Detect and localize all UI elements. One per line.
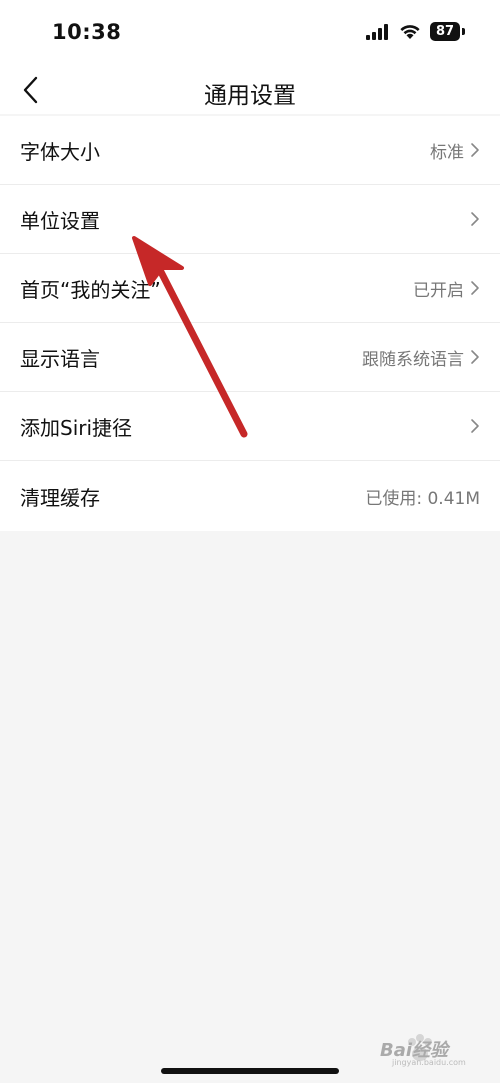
wifi-icon bbox=[400, 25, 420, 39]
page-title: 通用设置 bbox=[204, 83, 296, 109]
status-bar: 10:38 87 bbox=[0, 0, 500, 66]
setting-value: 已开启 bbox=[413, 280, 464, 301]
chevron-right-icon bbox=[471, 212, 479, 226]
battery-tip bbox=[462, 28, 465, 35]
status-time: 10:38 bbox=[52, 20, 122, 44]
setting-home-follow[interactable]: 首页“我的关注” 已开启 bbox=[0, 254, 500, 323]
settings-list: 字体大小 标准 单位设置 首页“我的关注” 已开启 显示语言 跟随系统语言 添加… bbox=[0, 116, 500, 531]
signal-icon bbox=[366, 24, 388, 40]
chevron-right-icon bbox=[471, 281, 479, 295]
setting-label: 清理缓存 bbox=[20, 485, 100, 510]
setting-label: 添加Siri捷径 bbox=[20, 415, 133, 440]
setting-siri-shortcut[interactable]: 添加Siri捷径 bbox=[0, 392, 500, 461]
setting-value: 跟随系统语言 bbox=[362, 349, 464, 370]
setting-label: 显示语言 bbox=[20, 346, 100, 371]
chevron-right-icon bbox=[471, 143, 479, 157]
nav-bar: 通用设置 bbox=[0, 66, 500, 114]
home-indicator[interactable] bbox=[161, 1068, 339, 1074]
setting-value: 标准 bbox=[430, 142, 464, 163]
setting-font-size[interactable]: 字体大小 标准 bbox=[0, 116, 500, 185]
setting-value: 已使用: 0.41M bbox=[365, 488, 480, 509]
watermark-url: jingyan.baidu.com bbox=[392, 1058, 466, 1067]
setting-clear-cache[interactable]: 清理缓存 已使用: 0.41M bbox=[0, 461, 500, 531]
chevron-right-icon bbox=[471, 419, 479, 433]
battery-icon: 87 bbox=[430, 22, 460, 41]
setting-unit[interactable]: 单位设置 bbox=[0, 185, 500, 254]
setting-language[interactable]: 显示语言 跟随系统语言 bbox=[0, 323, 500, 392]
chevron-right-icon bbox=[471, 350, 479, 364]
setting-label: 首页“我的关注” bbox=[20, 277, 161, 302]
setting-label: 字体大小 bbox=[20, 139, 100, 164]
setting-label: 单位设置 bbox=[20, 208, 100, 233]
